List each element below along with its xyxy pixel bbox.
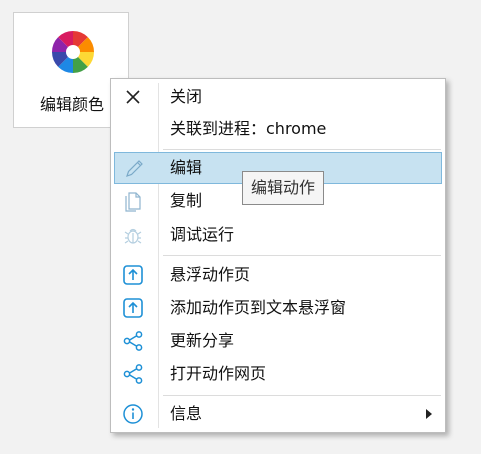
share-icon	[114, 325, 152, 357]
context-menu: 关闭 关联到进程：chrome 编辑 复制 调试运行 悬浮动作页 添加动作页到文…	[110, 78, 446, 433]
menu-item-label: 打开动作网页	[170, 364, 267, 383]
menu-item-label: 信息	[170, 404, 203, 423]
close-icon	[114, 81, 152, 113]
menu-item-label: 添加动作页到文本悬浮窗	[170, 298, 347, 317]
upload-icon	[114, 292, 152, 324]
menu-item-update-share[interactable]: 更新分享	[114, 325, 442, 357]
tooltip: 编辑动作	[242, 171, 325, 205]
menu-item-label: 更新分享	[170, 331, 235, 350]
bug-icon	[114, 219, 152, 251]
menu-item-label: 复制	[170, 191, 203, 210]
upload-icon	[114, 259, 152, 291]
submenu-arrow-icon	[426, 409, 432, 419]
menu-item-label: 悬浮动作页	[170, 265, 251, 284]
menu-separator	[163, 395, 441, 396]
menu-item-info[interactable]: 信息	[114, 398, 442, 430]
menu-separator	[163, 255, 441, 256]
menu-item-label: 调试运行	[170, 225, 235, 244]
copy-icon	[114, 185, 152, 217]
menu-item-label: 关联到进程：chrome	[170, 119, 327, 138]
menu-item-add-to-text-float[interactable]: 添加动作页到文本悬浮窗	[114, 292, 442, 324]
menu-item-label: 编辑	[170, 158, 203, 177]
info-icon	[114, 398, 152, 430]
menu-item-label: 关闭	[170, 87, 203, 106]
menu-separator	[163, 149, 441, 150]
color-wheel-icon	[52, 30, 94, 73]
share-icon	[114, 358, 152, 390]
menu-item-open-action-webpage[interactable]: 打开动作网页	[114, 358, 442, 390]
menu-item-close[interactable]: 关闭	[114, 81, 442, 113]
pencil-icon	[115, 153, 153, 185]
menu-item-float-action-page[interactable]: 悬浮动作页	[114, 259, 442, 291]
menu-item-debug-run[interactable]: 调试运行	[114, 219, 442, 251]
menu-item-attach-process[interactable]: 关联到进程：chrome	[114, 113, 442, 145]
